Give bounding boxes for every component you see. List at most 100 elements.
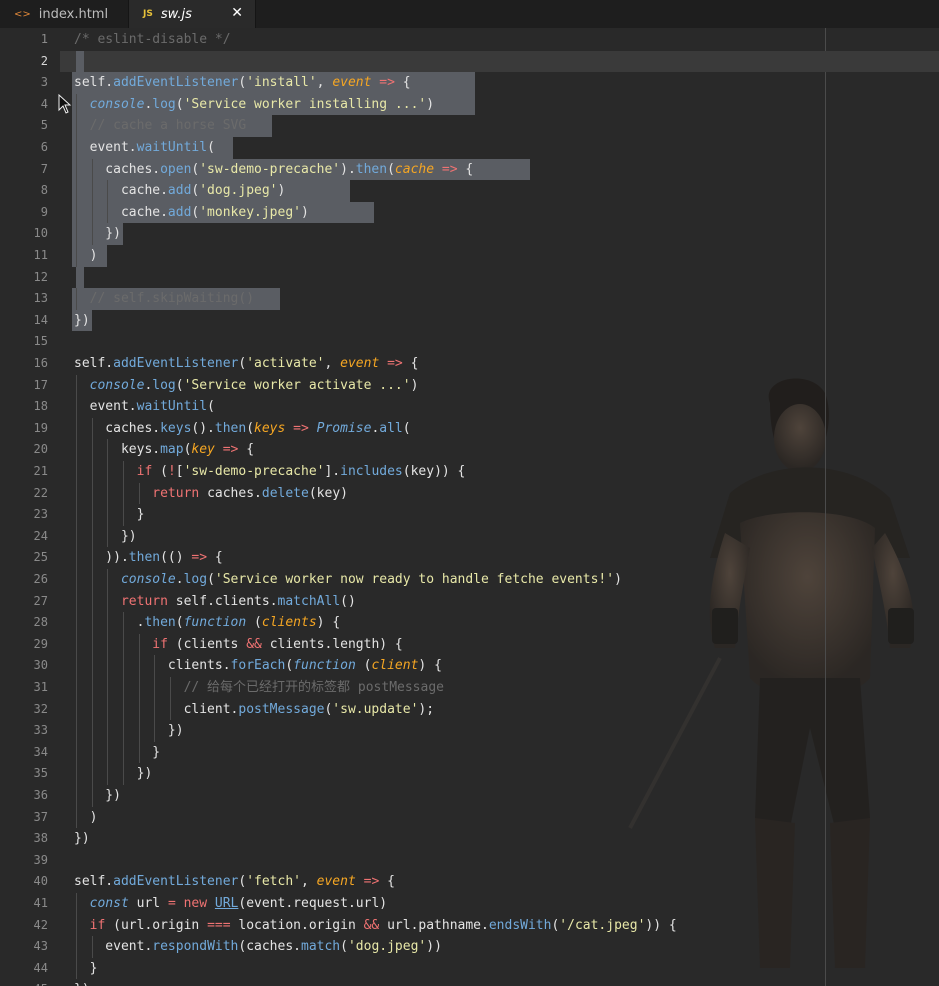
code-token-plain: clients.length) { <box>261 636 403 652</box>
code-token-builtin: console <box>89 377 145 393</box>
line-number: 4 <box>40 96 48 111</box>
code-line[interactable]: }) <box>74 223 121 245</box>
code-line[interactable]: }) <box>74 763 153 785</box>
code-token-param: clients <box>261 615 317 631</box>
code-token-plain: ) <box>277 183 286 199</box>
code-line[interactable]: if (clients && clients.length) { <box>74 634 403 656</box>
code-line[interactable]: } <box>74 742 160 764</box>
code-token-method: match <box>301 939 341 955</box>
code-line[interactable]: } <box>74 504 145 526</box>
tab-index-html[interactable]: <> index.html <box>0 0 129 28</box>
line-number: 10 <box>33 226 48 241</box>
code-line[interactable]: } <box>74 958 98 980</box>
code-token-plain: ( <box>387 161 395 177</box>
code-token-string: 'activate' <box>246 356 325 371</box>
code-token-plain: (key)) { <box>402 464 466 479</box>
code-line[interactable]: ) <box>74 807 98 829</box>
code-line[interactable]: keys.map(key => { <box>74 439 254 461</box>
close-icon[interactable]: ✕ <box>231 5 243 21</box>
code-line[interactable]: // cache a horse SVG <box>74 115 247 137</box>
code-token-plain: }) <box>74 723 184 739</box>
code-token-operator: => <box>214 442 247 458</box>
code-line[interactable]: clients.forEach(function (client) { <box>74 655 442 677</box>
code-line[interactable]: console.log('Service worker activate ...… <box>74 375 419 397</box>
code-token-plain: ( <box>207 140 215 155</box>
code-token-plain: ( <box>246 420 255 436</box>
code-token-plain: , <box>324 356 341 371</box>
tab-sw-js[interactable]: JS sw.js ✕ <box>129 0 256 28</box>
code-line[interactable]: cache.add('dog.jpeg') <box>74 180 285 202</box>
code-token-plain: } <box>74 744 161 760</box>
code-token-comment: // self.skipWaiting() <box>89 291 255 307</box>
editor-pane[interactable]: 1 2 3 4 5 6 7 8 9 10 11 12 13 14 15 16 17 18 19 20 21 22 23 24 2… <box>0 28 939 986</box>
code-line[interactable]: }) <box>74 310 90 332</box>
code-token-keyword: if <box>152 636 168 652</box>
code-token-operator: = <box>167 896 176 911</box>
code-token-plain: }) <box>74 982 90 986</box>
code-line[interactable]: self.addEventListener('install', event =… <box>74 72 411 94</box>
code-token-plain: () <box>340 593 356 609</box>
code-line[interactable]: return self.clients.matchAll() <box>74 591 356 613</box>
code-line[interactable]: /* eslint-disable */ <box>74 29 231 51</box>
code-token-plain: , <box>316 75 333 91</box>
code-line[interactable]: event.respondWith(caches.match('dog.jpeg… <box>74 936 442 958</box>
code-line[interactable]: if (!['sw-demo-precache'].includes(key))… <box>74 461 466 483</box>
code-line[interactable]: ) <box>74 245 98 267</box>
code-line[interactable]: if (url.origin === location.origin && ur… <box>74 915 677 937</box>
code-token-plain: url <box>128 896 168 911</box>
code-token-plain: self. <box>74 75 114 91</box>
code-line[interactable]: }) <box>74 526 137 548</box>
line-number: 34 <box>33 744 48 759</box>
code-token-operator: => <box>379 356 411 371</box>
code-token-string: 'sw-demo-precache' <box>183 464 325 479</box>
code-token-plain: }) <box>74 788 121 803</box>
code-line[interactable]: self.addEventListener('fetch', event => … <box>74 871 395 893</box>
code-line[interactable]: )).then(() => { <box>74 547 222 569</box>
code-area[interactable]: /* eslint-disable */ self.addEventListene… <box>60 28 939 986</box>
line-number: 7 <box>40 161 48 176</box>
line-number: 39 <box>33 852 48 867</box>
code-line[interactable]: }) <box>74 828 90 850</box>
code-line[interactable]: event.waitUntil( <box>74 396 215 418</box>
code-token-string: 'sw.update' <box>332 701 419 717</box>
code-token-plain: caches. <box>74 420 161 436</box>
code-token-string: 'dog.jpeg' <box>347 939 427 955</box>
code-line[interactable]: }) <box>74 979 90 986</box>
code-token-method: all <box>379 420 403 436</box>
code-token-param: event <box>332 75 372 91</box>
code-line[interactable]: console.log('Service worker now ready to… <box>74 569 622 591</box>
code-line[interactable]: .then(function (clients) { <box>74 612 341 634</box>
code-token-string: 'monkey.jpeg' <box>199 204 301 220</box>
code-token-method: waitUntil <box>136 399 208 415</box>
code-token-param: client <box>371 658 419 674</box>
line-number: 23 <box>33 507 48 522</box>
line-number: 33 <box>33 723 48 738</box>
code-line[interactable]: caches.keys().then(keys => Promise.all( <box>74 418 410 440</box>
code-line[interactable]: const url = new URL(event.request.url) <box>74 893 387 915</box>
code-token-method: matchAll <box>277 593 341 609</box>
code-line[interactable]: cache.add('monkey.jpeg') <box>74 202 309 224</box>
code-line[interactable]: console.log('Service worker installing .… <box>74 94 434 116</box>
code-line[interactable]: // 给每个已经打开的标签都 postMessage <box>74 677 444 699</box>
line-number: 14 <box>33 312 48 327</box>
code-line[interactable]: return caches.delete(key) <box>74 483 348 505</box>
code-line[interactable]: self.addEventListener('activate', event … <box>74 353 418 375</box>
code-token-plain: ); <box>418 701 435 717</box>
code-line[interactable]: }) <box>74 720 184 742</box>
code-line[interactable]: }) <box>74 785 121 807</box>
line-number: 31 <box>33 680 48 694</box>
code-line[interactable]: // self.skipWaiting() <box>74 288 254 310</box>
line-number-gutter: 1 2 3 4 5 6 7 8 9 10 11 12 13 14 15 16 17 18 19 20 21 22 23 24 2… <box>0 28 60 986</box>
code-line[interactable]: caches.open('sw-demo-precache').then(cac… <box>74 159 473 181</box>
line-number: 11 <box>33 248 48 262</box>
code-token-builtin: function <box>293 658 356 674</box>
line-number: 45 <box>8 979 48 986</box>
code-line[interactable]: client.postMessage('sw.update'); <box>74 699 434 721</box>
code-line[interactable]: event.waitUntil( <box>74 137 215 159</box>
code-token-plain: ( <box>285 658 294 674</box>
